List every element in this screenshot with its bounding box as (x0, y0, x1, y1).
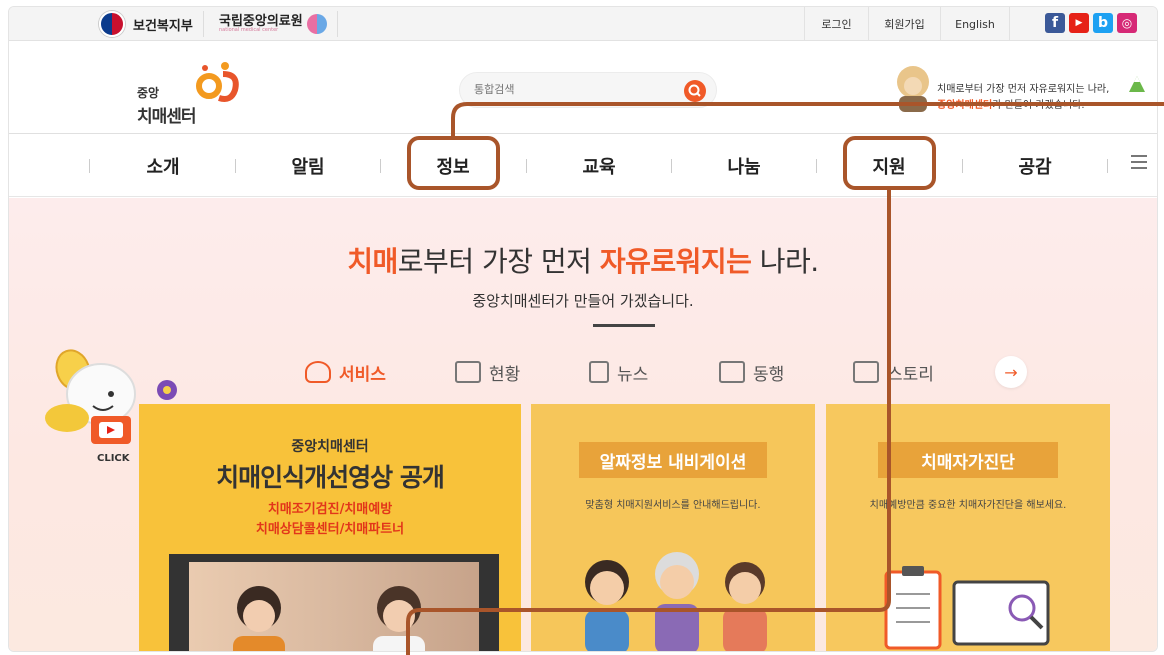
search-input[interactable] (474, 81, 674, 99)
logo-mark-icon (196, 62, 239, 102)
checklist-illustration-icon (884, 566, 1050, 650)
slogan-rest: 가 만들어 가겠습니다. (992, 100, 1085, 111)
english-link[interactable]: English (940, 7, 1010, 41)
nav-divider (1107, 159, 1108, 173)
card1-tags-line2: 치매상담콜센터/치매파트너 (255, 522, 405, 537)
hero-title-accent-2: 자유로워지는 (599, 245, 752, 278)
tab-status[interactable]: 현황 (455, 352, 520, 392)
hero-section: 치매로부터 가장 먼저 자유로워지는 나라. 중앙치매센터가 만들어 가겠습니다… (9, 198, 1157, 651)
login-link[interactable]: 로그인 (804, 7, 868, 41)
slogan-line-2: 중앙치매센터가 만들어 가겠습니다. (937, 96, 1085, 111)
tab-news[interactable]: 뉴스 (589, 352, 648, 392)
nav-item-notice[interactable]: 알림 (248, 135, 368, 197)
slogan-highlight: 중앙치매센터 (937, 100, 993, 111)
search-button[interactable] (684, 80, 706, 102)
browser-frame: 보건복지부 국립중앙의료원 national medical center 로그… (8, 6, 1158, 652)
tab-service[interactable]: 서비스 (305, 352, 386, 392)
heart-hand-icon (305, 361, 331, 383)
tab-together-label: 동행 (753, 364, 785, 385)
card-awareness-video[interactable]: 중앙치매센터 치매인식개선영상 공개 치매조기검진/치매예방 치매상담콜센터/치… (139, 404, 521, 651)
card-info-navigation[interactable]: 알짜정보 내비게이션 맞춤형 치매지원서비스를 안내해드립니다. (531, 404, 815, 651)
card2-desc: 맞춤형 치매지원서비스를 안내해드립니다. (585, 500, 761, 511)
click-label: CLICK (97, 453, 130, 464)
nav-divider (962, 159, 963, 173)
nmc-subtitle: national medical center (219, 27, 279, 33)
card1-org: 중앙치매센터 (291, 439, 369, 455)
facebook-icon[interactable]: f (1045, 13, 1065, 33)
card3-title: 치매자가진단 (921, 452, 1015, 473)
instagram-icon[interactable]: ◎ (1117, 13, 1137, 33)
tab-status-label: 현황 (489, 364, 521, 385)
card2-ribbon: 알짜정보 내비게이션 (579, 442, 767, 478)
blog-icon[interactable]: b (1093, 13, 1113, 33)
tab-news-label: 뉴스 (617, 364, 649, 385)
mountain-icon (1129, 76, 1145, 92)
hero-title-mid: 로부터 가장 먼저 (397, 245, 600, 278)
signup-link[interactable]: 회원가입 (868, 7, 940, 41)
card3-desc: 치매예방만큼 중요한 치매자가진단을 해보세요. (869, 500, 1067, 511)
hero-title-accent-1: 치매 (347, 245, 398, 278)
tab-story[interactable]: 스토리 (853, 352, 934, 392)
nav-divider (671, 159, 672, 173)
social-links: f ▶ b ◎ (1045, 13, 1137, 33)
family-illustration-icon (585, 552, 767, 651)
nav-divider (816, 159, 817, 173)
nmc-link[interactable]: 국립중앙의료원 national medical center (219, 11, 338, 37)
tab-service-label: 서비스 (339, 364, 386, 385)
gov-emblem-icon (99, 11, 125, 37)
gov-link[interactable]: 보건복지부 (99, 11, 204, 37)
hero-divider (593, 324, 655, 327)
logo-small-text: 중앙 (137, 86, 160, 100)
card1-tags: 치매조기검진/치매예방 치매상담콜센터/치매파트너 (139, 500, 521, 540)
card1-tags-line1: 치매조기검진/치매예방 (267, 502, 393, 517)
tab-together[interactable]: 동행 (719, 352, 784, 392)
nav-item-education[interactable]: 교육 (539, 135, 659, 197)
menu-icon[interactable] (1131, 155, 1147, 169)
nav-item-intro[interactable]: 소개 (103, 135, 223, 197)
nav-divider (89, 159, 90, 173)
youtube-icon[interactable]: ▶ (1069, 13, 1089, 33)
search-icon (688, 84, 701, 97)
card2-title: 알짜정보 내비게이션 (599, 452, 747, 473)
main-nav: 소개 알림 정보 교육 나눔 지원 공감 (9, 135, 1157, 197)
utility-bar: 보건복지부 국립중앙의료원 national medical center 로그… (9, 7, 1157, 41)
chat-icon (719, 361, 745, 383)
header-slogan: 치매로부터 가장 먼저 자유로워지는 나라, 중앙치매센터가 만들어 가겠습니다… (889, 60, 1149, 120)
hero-subtitle: 중앙치매센터가 만들어 가겠습니다. (472, 292, 694, 310)
search-box (459, 72, 717, 108)
tab-story-label: 스토리 (887, 364, 934, 385)
logo-big-text: 치매센터 (137, 107, 197, 127)
nav-item-sharing[interactable]: 나눔 (684, 135, 804, 197)
slogan-line-1: 치매로부터 가장 먼저 자유로워지는 나라, (937, 84, 1110, 95)
nmc-logo-icon (306, 14, 327, 34)
nav-divider (380, 159, 381, 173)
card3-ribbon: 치매자가진단 (878, 442, 1058, 478)
news-icon (589, 361, 609, 383)
tabs-next-button[interactable]: → (995, 356, 1027, 388)
people-illustration-icon (233, 586, 425, 651)
gov-name: 보건복지부 (133, 18, 193, 34)
slogan-illustration-icon (897, 66, 929, 112)
hero-title-end: 나라. (751, 245, 819, 278)
video-thumbnail (189, 562, 479, 651)
card1-title: 치매인식개선영상 공개 (216, 463, 445, 492)
nav-item-empathy[interactable]: 공감 (975, 135, 1095, 197)
site-header: 중앙 치매센터 치매로부터 가장 (9, 42, 1157, 134)
nav-item-support[interactable]: 지원 (829, 135, 949, 197)
screen-icon (853, 361, 879, 383)
nav-divider (526, 159, 527, 173)
nav-item-info[interactable]: 정보 (393, 135, 513, 197)
nav-divider (235, 159, 236, 173)
board-icon (455, 361, 481, 383)
hero-title: 치매로부터 가장 먼저 자유로워지는 나라. (9, 240, 1157, 280)
film-strip-image (169, 554, 499, 651)
card-self-diagnosis[interactable]: 치매자가진단 치매예방만큼 중요한 치매자가진단을 해보세요. (826, 404, 1110, 651)
site-logo[interactable]: 중앙 치매센터 (137, 52, 257, 127)
